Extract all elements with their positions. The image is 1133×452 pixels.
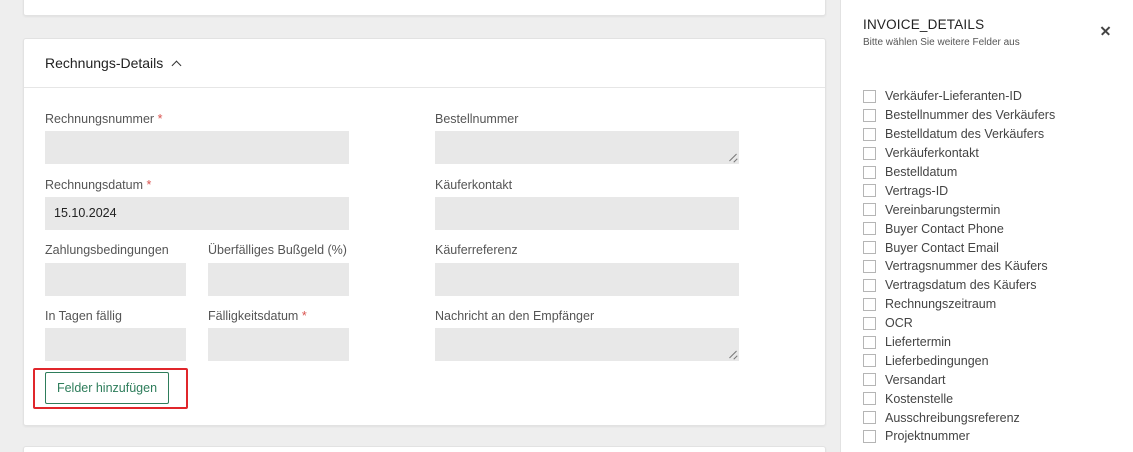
field-option-label: Verkäuferkontakt [885,146,979,161]
field-option[interactable]: Verkäufer-Lieferanten-ID [863,87,1055,106]
buyer-contact-label: Käuferkontakt [435,178,513,192]
field-option-label: Vertrags-ID [885,183,949,198]
field-option-label: Kostenstelle [885,391,954,406]
field-option-checkbox[interactable] [863,184,876,198]
overdue-fine-input[interactable] [208,263,349,296]
field-option-label: Vertragsdatum des Käufers [885,278,1037,293]
buyer-reference-input[interactable] [435,263,739,296]
field-option-checkbox[interactable] [863,89,876,103]
field-option-list: Verkäufer-Lieferanten-ID Bestellnummer de… [863,87,1055,446]
field-option-checkbox[interactable] [863,127,876,141]
order-number-textarea[interactable] [435,131,739,164]
field-option-label: Bestelldatum des Verkäufers [885,127,1045,142]
next-section-card [23,446,826,452]
field-option-checkbox[interactable] [863,411,876,425]
field-option-label: Buyer Contact Email [885,240,999,255]
add-fields-button[interactable]: Felder hinzufügen [45,372,169,404]
buyer-reference-label: Käuferreferenz [435,243,518,257]
resize-grip-icon[interactable] [729,351,737,359]
field-option-label: Verkäufer-Lieferanten-ID [885,89,1022,104]
required-marker: * [301,309,307,323]
invoice-details-card: Rechnungs-Details Rechnungsnummer * Best… [23,38,826,426]
field-option[interactable]: Rechnungszeitraum [863,295,1055,314]
field-option[interactable]: Bestelldatum [863,163,1055,182]
field-option-label: Liefertermin [885,335,951,350]
panel-title: INVOICE_DETAILS [863,17,985,32]
field-option-checkbox[interactable] [863,373,876,387]
message-to-recipient-textarea[interactable] [435,328,739,361]
field-option[interactable]: Bestelldatum des Verkäufers [863,125,1055,144]
due-date-input[interactable] [208,328,349,361]
field-option-checkbox[interactable] [863,222,876,236]
due-in-days-input[interactable] [45,328,186,361]
field-option[interactable]: Vertrags-ID [863,181,1055,200]
chevron-up-icon[interactable] [171,60,182,70]
field-selector-panel: INVOICE_DETAILS Bitte wählen Sie weitere… [840,0,1133,452]
invoice-number-label: Rechnungsnummer * [45,112,162,126]
field-option-label: Lieferbedingungen [885,353,989,368]
field-option[interactable]: Bestellnummer des Verkäufers [863,106,1055,125]
resize-grip-icon[interactable] [729,154,737,162]
payment-terms-input[interactable] [45,263,186,296]
field-option[interactable]: Versandart [863,370,1055,389]
field-option-checkbox[interactable] [863,429,876,443]
field-option-label: Bestellnummer des Verkäufers [885,108,1056,123]
due-date-label: Fälligkeitsdatum * [208,309,307,323]
required-marker: * [146,178,152,192]
field-option[interactable]: Lieferbedingungen [863,351,1055,370]
field-option[interactable]: Verkäuferkontakt [863,144,1055,163]
field-option-checkbox[interactable] [863,108,876,122]
field-option-checkbox[interactable] [863,241,876,255]
section-title: Rechnungs-Details [45,55,164,71]
invoice-date-label: Rechnungsdatum * [45,178,151,192]
field-option-label: Buyer Contact Phone [885,221,1004,236]
invoice-date-input[interactable]: 15.10.2024 [45,197,349,230]
field-option-checkbox[interactable] [863,146,876,160]
field-option-checkbox[interactable] [863,335,876,349]
field-option[interactable]: OCR [863,314,1055,333]
field-option-checkbox[interactable] [863,278,876,292]
close-icon[interactable] [1098,23,1114,39]
field-option[interactable]: Vertragsnummer des Käufers [863,257,1055,276]
field-option-label: Vereinbarungstermin [885,202,1001,217]
field-option-checkbox[interactable] [863,203,876,217]
required-marker: * [157,112,163,126]
field-option[interactable]: Buyer Contact Phone [863,219,1055,238]
field-option-label: Bestelldatum [885,165,958,179]
message-to-recipient-label: Nachricht an den Empfänger [435,309,595,323]
field-option[interactable]: Vertragsdatum des Käufers [863,276,1055,295]
field-option-checkbox[interactable] [863,259,876,273]
field-option[interactable]: Ausschreibungsreferenz [863,408,1055,427]
field-option[interactable]: Vereinbarungstermin [863,200,1055,219]
previous-section-card [23,0,826,16]
field-option-checkbox[interactable] [863,392,876,406]
field-option-checkbox[interactable] [863,165,876,179]
order-number-label: Bestellnummer [435,112,519,126]
field-option[interactable]: Liefertermin [863,333,1055,352]
field-option[interactable]: Buyer Contact Email [863,238,1055,257]
buyer-contact-input[interactable] [435,197,739,230]
field-option[interactable]: Projektnummer [863,427,1055,446]
panel-subtitle: Bitte wählen Sie weitere Felder aus [863,37,1020,48]
field-option-checkbox[interactable] [863,354,876,368]
invoice-number-input[interactable] [45,131,349,164]
payment-terms-label: Zahlungsbedingungen [45,243,169,257]
due-in-days-label: In Tagen fällig [45,309,122,323]
invoice-details-header[interactable]: Rechnungs-Details [24,39,825,88]
overdue-fine-label: Überfälliges Bußgeld (%) [208,243,347,257]
field-option-label: OCR [885,316,913,331]
field-option-label: Ausschreibungsreferenz [885,410,1020,425]
field-option-label: Vertragsnummer des Käufers [885,259,1048,274]
due-date-label-text: Fälligkeitsdatum [208,309,299,323]
invoice-date-label-text: Rechnungsdatum [45,178,143,192]
field-option-label: Projektnummer [885,429,970,444]
field-option[interactable]: Kostenstelle [863,389,1055,408]
field-option-checkbox[interactable] [863,297,876,311]
field-option-label: Versandart [885,372,946,387]
field-option-checkbox[interactable] [863,316,876,330]
invoice-number-label-text: Rechnungsnummer [45,112,155,126]
field-option-label: Rechnungszeitraum [885,297,997,312]
